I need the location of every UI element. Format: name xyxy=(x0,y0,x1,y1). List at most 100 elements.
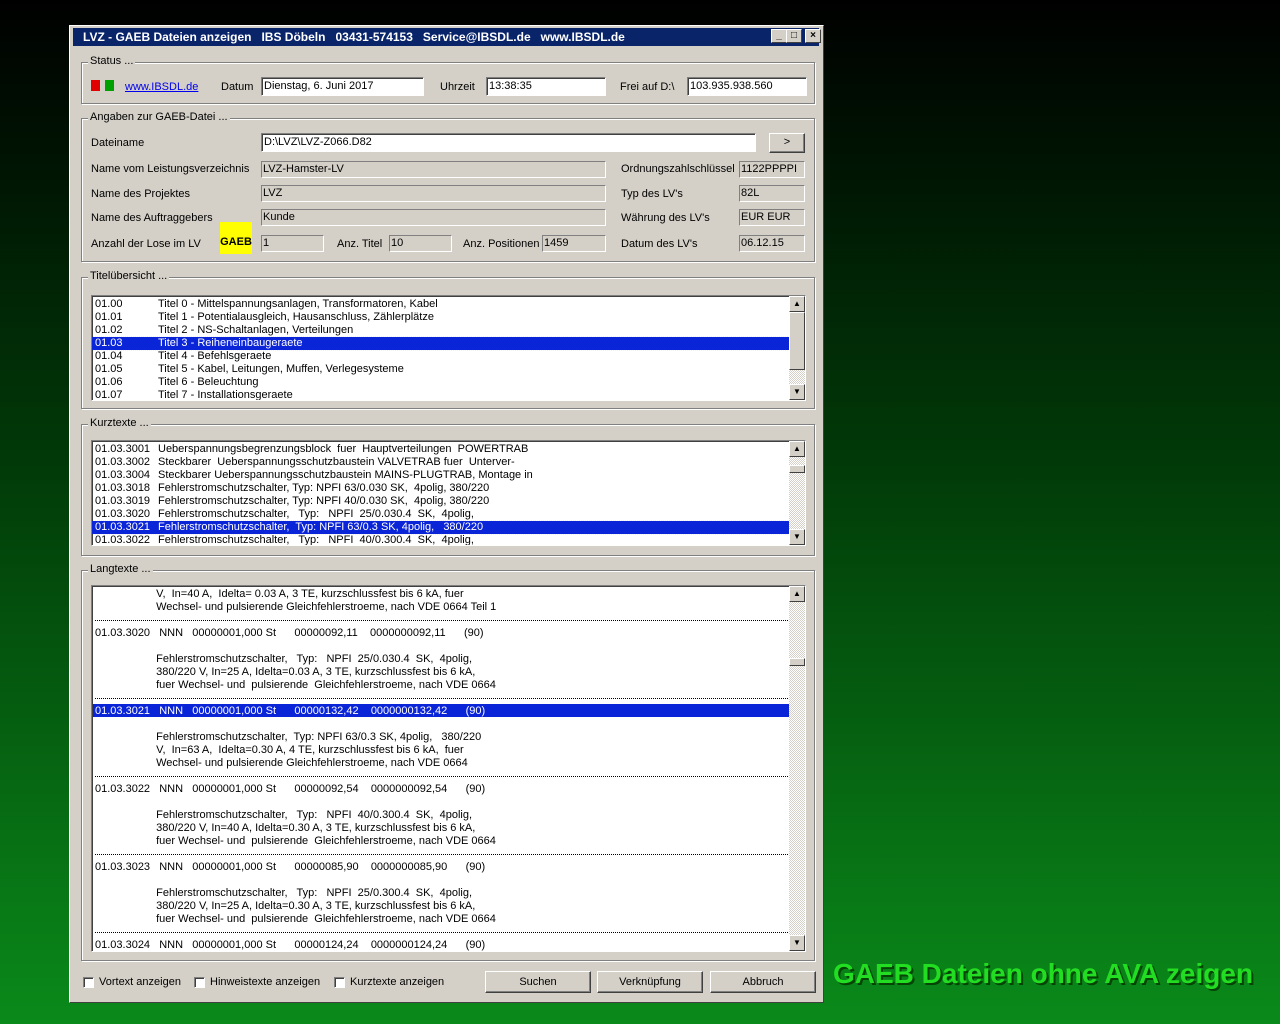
lang-line: 01.03.3024 NNN 00000001,000 St 00000124,… xyxy=(95,939,486,951)
abbruch-button[interactable]: Abbruch xyxy=(710,971,816,993)
lang-line: 01.03.3022 NNN 00000001,000 St 00000092,… xyxy=(95,783,486,795)
separator xyxy=(95,776,790,777)
lang-line: Fehlerstromschutzschalter, Typ: NPFI 40/… xyxy=(95,809,473,821)
hinweis-label[interactable]: Hinweistexte anzeigen xyxy=(210,976,320,988)
projekt-label: Name des Projektes xyxy=(91,188,191,200)
lv-name-field: LVZ-Hamster-LV xyxy=(261,161,606,178)
lv-name-label: Name vom Leistungsverzeichnis xyxy=(91,163,250,175)
separator xyxy=(95,932,790,933)
list-item[interactable]: 01.03.3020 Fehlerstromschutzschalter, Typ… xyxy=(92,508,805,521)
vortext-checkbox[interactable] xyxy=(83,977,94,988)
scroll-thumb[interactable] xyxy=(789,658,805,666)
separator xyxy=(95,620,790,621)
positionen-field: 1459 xyxy=(542,235,606,252)
list-item[interactable]: 01.03.3018 Fehlerstromschutzschalter, Typ… xyxy=(92,482,805,495)
hinweis-checkbox[interactable] xyxy=(194,977,205,988)
lose-label: Anzahl der Lose im LV xyxy=(91,238,201,250)
titel-group: Titelübersicht ... 01.00 Titel 0 - Mittel… xyxy=(81,270,815,409)
scroll-down-icon[interactable]: ▼ xyxy=(789,384,805,400)
list-item[interactable]: 01.00 Titel 0 - Mittelspannungsanlagen, T… xyxy=(92,298,805,311)
frei-field[interactable]: 103.935.938.560 xyxy=(687,77,807,96)
lang-line: Wechsel- und pulsierende Gleichfehlerstr… xyxy=(95,601,497,613)
website-link[interactable]: www.IBSDL.de xyxy=(125,81,198,93)
suchen-button[interactable]: Suchen xyxy=(485,971,591,993)
list-item[interactable]: 01.03.3004 Steckbarer Ueberspannungsschut… xyxy=(92,469,805,482)
scroll-up-icon[interactable]: ▲ xyxy=(789,441,805,457)
lang-scrollbar[interactable]: ▲ ▼ xyxy=(789,586,805,951)
list-item[interactable]: 01.04 Titel 4 - Befehlsgeraete xyxy=(92,350,805,363)
browse-button[interactable]: > xyxy=(769,133,805,153)
kurz-group: Kurztexte ... 01.03.3001 Ueberspannungsbe… xyxy=(81,417,815,556)
waehrung-label: Währung des LV's xyxy=(621,212,710,224)
scroll-up-icon[interactable]: ▲ xyxy=(789,296,805,312)
kurz-group-label: Kurztexte ... xyxy=(88,417,151,429)
separator xyxy=(95,698,790,699)
dateiname-field[interactable]: D:\LVZ\LVZ-Z066.D82 xyxy=(261,133,756,152)
list-item[interactable]: 01.03.3001 Ueberspannungsbegrenzungsblock… xyxy=(92,443,805,456)
scroll-thumb[interactable] xyxy=(789,465,805,473)
lang-group-label: Langtexte ... xyxy=(88,563,153,575)
datum-field[interactable]: Dienstag, 6. Juni 2017 xyxy=(261,77,424,96)
auftraggeber-label: Name des Auftraggebers xyxy=(91,212,213,224)
titel-count-field: 10 xyxy=(389,235,452,252)
lv-datum-field: 06.12.15 xyxy=(739,235,805,252)
dateiname-label: Dateiname xyxy=(91,137,145,149)
titel-group-label: Titelübersicht ... xyxy=(88,270,170,282)
lang-line-selected[interactable]: 01.03.3021 NNN 00000001,000 St 00000132,… xyxy=(95,705,485,718)
minimize-button[interactable]: _ xyxy=(771,29,787,43)
lang-line: V, In=40 A, Idelta= 0.03 A, 3 TE, kurzsc… xyxy=(95,588,464,600)
list-item-selected[interactable]: 01.03 Titel 3 - Reiheneinbaugeraete xyxy=(92,336,790,351)
list-item-selected[interactable]: 01.03.3021 Fehlerstromschutzschalter, Typ… xyxy=(92,520,790,535)
lang-text-area[interactable]: V, In=40 A, Idelta= 0.03 A, 3 TE, kurzsc… xyxy=(91,585,806,952)
titel-scrollbar[interactable]: ▲ ▼ xyxy=(789,296,805,400)
list-item[interactable]: 01.03.3019 Fehlerstromschutzschalter, Typ… xyxy=(92,495,805,508)
list-item[interactable]: 01.03.3002 Steckbarer Ueberspannungsschut… xyxy=(92,456,805,469)
list-item[interactable]: 01.07 Titel 7 - Installationsgeraete xyxy=(92,389,805,400)
scroll-up-icon[interactable]: ▲ xyxy=(789,586,805,602)
scroll-down-icon[interactable]: ▼ xyxy=(789,935,805,951)
titel-count-label: Anz. Titel xyxy=(337,238,383,250)
datum-label: Datum xyxy=(221,81,254,93)
positionen-label: Anz. Positionen xyxy=(463,238,540,250)
main-window: LVZ - GAEB Dateien anzeigen IBS Döbeln 0… xyxy=(69,25,824,1003)
projekt-field: LVZ xyxy=(261,185,606,202)
maximize-button[interactable]: □ xyxy=(786,29,802,43)
kurz-list[interactable]: 01.03.3001 Ueberspannungsbegrenzungsblock… xyxy=(91,440,806,546)
list-item[interactable]: 01.06 Titel 6 - Beleuchtung xyxy=(92,376,805,389)
lang-line: V, In=63 A, Idelta=0.30 A, 4 TE, kurzsch… xyxy=(95,744,464,756)
list-item[interactable]: 01.02 Titel 2 - NS-Schaltanlagen, Verteil… xyxy=(92,324,805,337)
ozs-label: Ordnungszahlschlüssel xyxy=(621,163,735,175)
lang-line: 380/220 V, In=25 A, Idelta=0.03 A, 3 TE,… xyxy=(95,666,476,678)
lang-line: Fehlerstromschutzschalter, Typ: NPFI 25/… xyxy=(95,887,473,899)
gaeb-group: Angaben zur GAEB-Datei ... Dateiname D:\… xyxy=(81,111,815,262)
verknuepfung-button[interactable]: Verknüpfung xyxy=(597,971,703,993)
frei-label: Frei auf D:\ xyxy=(620,81,675,93)
lose-field: 1 xyxy=(261,235,324,252)
status-green-icon xyxy=(105,80,114,91)
titel-list[interactable]: 01.00 Titel 0 - Mittelspannungsanlagen, T… xyxy=(91,295,806,401)
lang-line: 380/220 V, In=25 A, Idelta=0.30 A, 3 TE,… xyxy=(95,900,476,912)
kurztexte-label[interactable]: Kurztexte anzeigen xyxy=(350,976,444,988)
status-group-label: Status ... xyxy=(88,55,136,67)
lang-line: Fehlerstromschutzschalter, Typ: NPFI 63/… xyxy=(95,731,482,743)
lang-line: Fehlerstromschutzschalter, Typ: NPFI 25/… xyxy=(95,653,473,665)
list-item[interactable]: 01.03.3022 Fehlerstromschutzschalter, Typ… xyxy=(92,534,805,545)
kurztexte-checkbox[interactable] xyxy=(334,977,345,988)
lang-line: 380/220 V, In=40 A, Idelta=0.30 A, 3 TE,… xyxy=(95,822,476,834)
list-item[interactable]: 01.05 Titel 5 - Kabel, Leitungen, Muffen,… xyxy=(92,363,805,376)
close-button[interactable]: × xyxy=(805,29,821,43)
lang-line: Wechsel- und pulsierende Gleichfehlerstr… xyxy=(95,757,468,769)
lang-line: 01.03.3023 NNN 00000001,000 St 00000085,… xyxy=(95,861,486,873)
typ-label: Typ des LV's xyxy=(621,188,683,200)
lang-line: fuer Wechsel- und pulsierende Gleichfehl… xyxy=(95,913,496,925)
ozs-field: 1122PPPPI xyxy=(739,161,805,178)
status-red-icon xyxy=(91,80,100,91)
list-item[interactable]: 01.01 Titel 1 - Potentialausgleich, Hausa… xyxy=(92,311,805,324)
scroll-down-icon[interactable]: ▼ xyxy=(789,529,805,545)
kurz-scrollbar[interactable]: ▲ ▼ xyxy=(789,441,805,545)
uhrzeit-field[interactable]: 13:38:35 xyxy=(486,77,606,96)
scroll-thumb[interactable] xyxy=(789,312,805,370)
vortext-label[interactable]: Vortext anzeigen xyxy=(99,976,181,988)
lang-line: fuer Wechsel- und pulsierende Gleichfehl… xyxy=(95,679,496,691)
waehrung-field: EUR EUR xyxy=(739,209,805,226)
